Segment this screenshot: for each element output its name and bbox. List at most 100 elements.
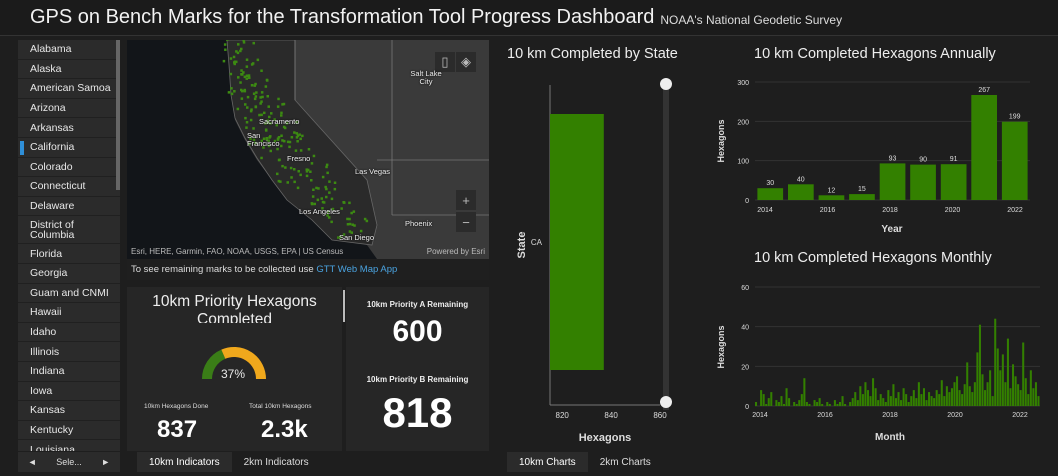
- state-chart-panel: 10 km Completed by State 820 840 860 CA Hexa…: [495, 40, 695, 451]
- bar-data-label: 40: [797, 176, 805, 183]
- state-list-item[interactable]: Indiana: [18, 362, 120, 382]
- monthly-bar: [872, 378, 875, 406]
- state-list-item[interactable]: Florida: [18, 244, 120, 264]
- monthly-bar: [765, 404, 768, 406]
- state-list-item[interactable]: Georgia: [18, 264, 120, 284]
- state-list-scrollbar[interactable]: [116, 40, 120, 190]
- state-list-item[interactable]: Guam and CNMI: [18, 284, 120, 304]
- divider: [343, 290, 345, 322]
- map-mark-dot: [326, 171, 329, 175]
- priority-a-label: 10km Priority A Remaining: [366, 300, 469, 309]
- monthly-bar: [767, 398, 770, 406]
- state-list[interactable]: Alabama Alaska American Samoa Arizona Arkans…: [18, 40, 120, 451]
- map-mark-dot: [266, 95, 269, 98]
- annual-bar: [1001, 121, 1028, 200]
- map-mark-dot: [229, 72, 233, 76]
- monthly-bar: [808, 404, 811, 406]
- bar-data-label: 91: [950, 156, 958, 163]
- tab-2km-indicators[interactable]: 2km Indicators: [232, 452, 321, 472]
- monthly-bar: [861, 394, 864, 406]
- state-list-item[interactable]: Colorado: [18, 158, 120, 178]
- monthly-bar: [785, 388, 788, 406]
- map-mark-dot: [233, 60, 237, 63]
- monthly-bar: [887, 390, 890, 406]
- selection-label[interactable]: Sele...: [56, 457, 82, 467]
- state-list-item[interactable]: California: [18, 138, 120, 158]
- map-mark-dot: [296, 186, 300, 190]
- bar-data-label: 30: [766, 180, 774, 187]
- monthly-bar: [938, 394, 941, 406]
- zoom-out-button[interactable]: −: [456, 212, 476, 232]
- state-list-item[interactable]: Kentucky: [18, 421, 120, 441]
- map-mark-dot: [282, 102, 286, 106]
- map-mark-dot: [301, 134, 304, 138]
- powered-by-esri[interactable]: Powered by Esri: [427, 247, 485, 256]
- priority-b-label: 10km Priority B Remaining: [366, 375, 469, 384]
- state-list-item[interactable]: District of Columbia: [18, 216, 120, 245]
- map-mark-dot: [286, 140, 290, 144]
- state-list-item[interactable]: American Samoa: [18, 79, 120, 99]
- monthly-bar: [1029, 370, 1032, 406]
- map-mark-dot: [245, 58, 249, 61]
- gtt-web-map-link[interactable]: GTT Web Map App: [316, 264, 397, 275]
- state-list-item[interactable]: Illinois: [18, 342, 120, 362]
- state-list-item[interactable]: Alabama: [18, 40, 120, 60]
- tab-10km-indicators[interactable]: 10km Indicators: [137, 452, 232, 472]
- map-attribution: Esri, HERE, Garmin, FAO, NOAA, USGS, EPA…: [131, 247, 344, 256]
- city-label-los-angeles: Los Angeles: [299, 207, 340, 216]
- state-list-item[interactable]: Arkansas: [18, 118, 120, 138]
- map-mark-dot: [227, 91, 231, 94]
- monthly-chart-panel: 10 km Completed Hexagons Monthly 0 20 40 60…: [700, 240, 1058, 451]
- state-list-item[interactable]: Arizona: [18, 99, 120, 119]
- state-list-item[interactable]: Idaho: [18, 323, 120, 343]
- monthly-chart: 0 20 40 60 2014 2016 2018 2020 2022 Month Hexagons: [716, 285, 1040, 443]
- state-list-item[interactable]: Hawaii: [18, 303, 120, 323]
- map-view[interactable]: ▯ ◈ + − Salt Lake City Sacramento San Fr…: [127, 40, 489, 280]
- monthly-bar: [928, 392, 931, 406]
- hexagons-done-value: 837: [157, 416, 198, 443]
- monthly-bar: [833, 400, 836, 406]
- y-tick-label: CA: [531, 238, 543, 247]
- prev-page-icon[interactable]: ◄: [28, 457, 37, 467]
- annual-bar: [879, 163, 906, 200]
- next-page-icon[interactable]: ►: [101, 457, 110, 467]
- monthly-bar: [905, 394, 908, 406]
- state-list-item[interactable]: Kansas: [18, 401, 120, 421]
- monthly-bar: [762, 394, 765, 406]
- annual-bar: [788, 184, 814, 200]
- state-list-item[interactable]: Iowa: [18, 382, 120, 402]
- monthly-bar: [991, 396, 994, 406]
- monthly-bar: [795, 404, 798, 406]
- state-list-item[interactable]: Alaska: [18, 60, 120, 80]
- map-mark-dot: [246, 95, 250, 99]
- map-mark-dot: [325, 195, 328, 199]
- map-mark-dot: [230, 92, 234, 96]
- dashboard-title: GPS on Bench Marks for the Transformatio…: [30, 6, 655, 28]
- monthly-bar: [770, 392, 773, 406]
- map-mark-dot: [284, 166, 287, 169]
- layers-icon[interactable]: ◈: [456, 52, 476, 72]
- bar-data-label: 93: [889, 155, 897, 162]
- tab-2km-charts[interactable]: 2km Charts: [588, 452, 663, 472]
- map-mark-dot: [296, 140, 299, 143]
- hexagons-done-label: 10km Hexagons Done: [144, 403, 209, 410]
- tab-10km-charts[interactable]: 10km Charts: [507, 452, 588, 472]
- map-mark-dot: [299, 137, 302, 141]
- monthly-bar: [940, 380, 943, 406]
- state-list-item[interactable]: Delaware: [18, 197, 120, 217]
- map-mark-dot: [277, 158, 281, 162]
- x-tick-label: 2018: [882, 412, 898, 419]
- zoom-in-button[interactable]: +: [456, 190, 476, 210]
- map-mark-dot: [316, 198, 320, 202]
- map-mark-dot: [310, 179, 313, 182]
- monthly-bar: [821, 404, 824, 406]
- map-mark-dot: [327, 216, 331, 219]
- map-mark-dot: [256, 58, 260, 62]
- state-list-item[interactable]: Connecticut: [18, 177, 120, 197]
- monthly-bar: [828, 404, 831, 406]
- annual-chart: 0 100 200 300 30 40 12 15 93 90 91 267 199 2014 2016 20…: [716, 80, 1030, 235]
- y-axis-title: Hexagons: [716, 119, 726, 162]
- monthly-bar: [917, 382, 920, 406]
- monthly-bar: [760, 390, 763, 406]
- state-list-item[interactable]: Louisiana: [18, 440, 120, 451]
